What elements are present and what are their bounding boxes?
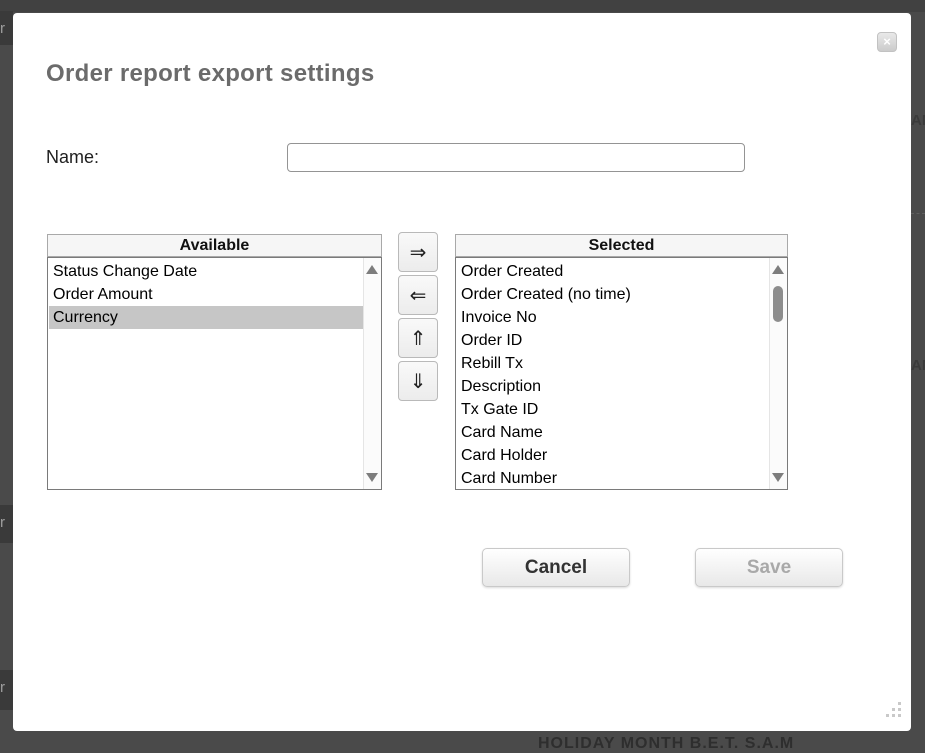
move-down-button[interactable]: ⇓ (398, 361, 438, 401)
partial-button-text: r (0, 514, 5, 531)
selected-items: Order CreatedOrder Created (no time)Invo… (457, 260, 769, 488)
move-up-button[interactable]: ⇑ (398, 318, 438, 358)
dialog-title: Order report export settings (46, 60, 374, 88)
partial-button-text: r (0, 20, 5, 37)
cancel-button[interactable]: Cancel (482, 548, 630, 587)
background-partial-text: AN (911, 357, 925, 374)
selected-list-header: Selected (455, 234, 788, 257)
background-partial-button: r (0, 670, 13, 710)
list-item[interactable]: Tx Gate ID (457, 398, 769, 421)
available-listbox[interactable]: Status Change DateOrder AmountCurrency (47, 257, 382, 490)
scroll-down-icon[interactable] (772, 473, 784, 482)
scroll-up-icon[interactable] (772, 265, 784, 274)
list-item[interactable]: Currency (49, 306, 363, 329)
list-item[interactable]: Description (457, 375, 769, 398)
export-settings-dialog: Order report export settings × Name: Ava… (13, 13, 911, 731)
available-list-header: Available (47, 234, 382, 257)
selected-listbox[interactable]: Order CreatedOrder Created (no time)Invo… (455, 257, 788, 490)
background-partial-text: AN (911, 112, 925, 129)
move-right-button[interactable]: ⇒ (398, 232, 438, 272)
list-item[interactable]: Card Holder (457, 444, 769, 467)
scrollbar-thumb[interactable] (773, 286, 783, 322)
selected-scrollbar[interactable] (769, 258, 787, 489)
save-button[interactable]: Save (695, 548, 843, 587)
background-partial-heading: HOLIDAY MONTH B.E.T. S.A.M (538, 735, 794, 753)
name-label: Name: (46, 147, 99, 168)
list-item[interactable]: Order Created (no time) (457, 283, 769, 306)
background-dashed-line (911, 213, 925, 214)
background-partial-button: r (0, 11, 13, 45)
partial-button-text: r (0, 679, 5, 696)
list-item[interactable]: Card Number (457, 467, 769, 488)
list-item[interactable]: Order Created (457, 260, 769, 283)
resize-grip-icon[interactable] (886, 702, 902, 718)
list-item[interactable]: Order ID (457, 329, 769, 352)
available-items: Status Change DateOrder AmountCurrency (49, 260, 363, 488)
list-item[interactable]: Status Change Date (49, 260, 363, 283)
list-item[interactable]: Card Name (457, 421, 769, 444)
background-top-bar (0, 0, 925, 12)
grip-dots (886, 702, 889, 705)
list-item[interactable]: Invoice No (457, 306, 769, 329)
move-left-button[interactable]: ⇐ (398, 275, 438, 315)
list-item[interactable]: Order Amount (49, 283, 363, 306)
name-input[interactable] (287, 143, 745, 172)
scroll-down-icon[interactable] (366, 473, 378, 482)
available-scrollbar[interactable] (363, 258, 381, 489)
close-icon[interactable]: × (877, 32, 897, 52)
scroll-up-icon[interactable] (366, 265, 378, 274)
list-item[interactable]: Rebill Tx (457, 352, 769, 375)
background-partial-button: r (0, 505, 13, 543)
